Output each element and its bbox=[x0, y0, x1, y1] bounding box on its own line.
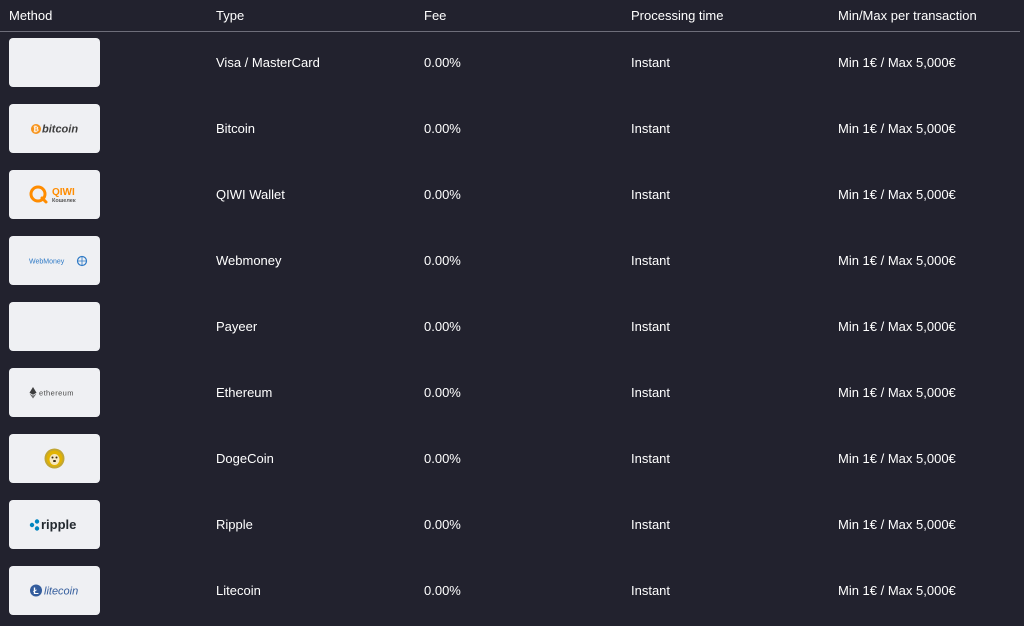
row-fee: 0.00% bbox=[424, 451, 461, 466]
row-fee: 0.00% bbox=[424, 55, 461, 70]
ethereum-logo-text: ethereum bbox=[39, 389, 74, 398]
litecoin-logo-icon: Ł litecoin bbox=[9, 566, 100, 615]
ripple-logo-icon: ripple bbox=[9, 500, 100, 549]
svg-text:Ł: Ł bbox=[33, 586, 39, 596]
qiwi-logo-icon: QIWI Кошелек bbox=[9, 170, 100, 219]
row-type: Webmoney bbox=[216, 253, 282, 268]
row-type: Ripple bbox=[216, 517, 253, 532]
row-min-max: Min 1€ / Max 5,000€ bbox=[838, 319, 956, 334]
table-row: ripple Ripple 0.00% Instant Min 1€ / Max… bbox=[0, 494, 1020, 560]
row-fee: 0.00% bbox=[424, 385, 461, 400]
svg-text:₿: ₿ bbox=[33, 126, 39, 134]
row-min-max: Min 1€ / Max 5,000€ bbox=[838, 385, 956, 400]
row-processing-time: Instant bbox=[631, 55, 671, 70]
row-fee: 0.00% bbox=[424, 187, 461, 202]
header-min-max: Min/Max per transaction bbox=[838, 8, 977, 23]
row-min-max: Min 1€ / Max 5,000€ bbox=[838, 517, 956, 532]
table-row: QIWI Кошелек QIWI Wallet 0.00% Instant M… bbox=[0, 164, 1020, 230]
row-type: Bitcoin bbox=[216, 121, 256, 136]
webmoney-logo-text: WebMoney bbox=[29, 259, 65, 266]
row-type: QIWI Wallet bbox=[216, 187, 285, 202]
row-processing-time: Instant bbox=[631, 451, 671, 466]
row-fee: 0.00% bbox=[424, 583, 461, 598]
row-type: DogeCoin bbox=[216, 451, 274, 466]
table-row: ₿ bitcoin Bitcoin 0.00% Instant Min 1€ /… bbox=[0, 98, 1020, 164]
row-processing-time: Instant bbox=[631, 187, 671, 202]
row-fee: 0.00% bbox=[424, 121, 461, 136]
ethereum-logo-icon: ethereum bbox=[9, 368, 100, 417]
row-type: Payeer bbox=[216, 319, 258, 334]
row-processing-time: Instant bbox=[631, 385, 671, 400]
row-min-max: Min 1€ / Max 5,000€ bbox=[838, 55, 956, 70]
header-type: Type bbox=[216, 8, 245, 23]
payment-methods-table: Method Type Fee Processing time Min/Max … bbox=[0, 0, 1024, 622]
row-min-max: Min 1€ / Max 5,000€ bbox=[838, 187, 956, 202]
bitcoin-logo-icon: ₿ bitcoin bbox=[9, 104, 100, 153]
table-row: Visa / MasterCard 0.00% Instant Min 1€ /… bbox=[0, 32, 1020, 98]
row-processing-time: Instant bbox=[631, 253, 671, 268]
table-header: Method Type Fee Processing time Min/Max … bbox=[0, 0, 1020, 32]
row-type: Litecoin bbox=[216, 583, 261, 598]
litecoin-logo-text: litecoin bbox=[44, 586, 78, 598]
row-type: Visa / MasterCard bbox=[216, 55, 320, 70]
webmoney-logo-icon: WebMoney bbox=[9, 236, 100, 285]
table-row: Ł litecoin Litecoin 0.00% Instant Min 1€… bbox=[0, 560, 1020, 626]
row-min-max: Min 1€ / Max 5,000€ bbox=[838, 583, 956, 598]
dogecoin-logo-icon bbox=[9, 434, 100, 483]
qiwi-logo-subtext: Кошелек bbox=[52, 198, 76, 204]
ripple-logo-text: ripple bbox=[41, 517, 76, 532]
row-processing-time: Instant bbox=[631, 517, 671, 532]
row-min-max: Min 1€ / Max 5,000€ bbox=[838, 121, 956, 136]
row-fee: 0.00% bbox=[424, 253, 461, 268]
row-processing-time: Instant bbox=[631, 583, 671, 598]
bitcoin-logo-text: bitcoin bbox=[42, 124, 78, 136]
row-type: Ethereum bbox=[216, 385, 273, 400]
visa-mastercard-logo-icon bbox=[9, 38, 100, 87]
row-min-max: Min 1€ / Max 5,000€ bbox=[838, 451, 956, 466]
row-fee: 0.00% bbox=[424, 517, 461, 532]
table-row: DogeCoin 0.00% Instant Min 1€ / Max 5,00… bbox=[0, 428, 1020, 494]
payeer-logo-icon bbox=[9, 302, 100, 351]
table-row: WebMoney Webmoney 0.00% Instant Min 1€ /… bbox=[0, 230, 1020, 296]
row-processing-time: Instant bbox=[631, 319, 671, 334]
header-processing-time: Processing time bbox=[631, 8, 724, 23]
table-row: ethereum Ethereum 0.00% Instant Min 1€ /… bbox=[0, 362, 1020, 428]
header-method: Method bbox=[9, 8, 53, 23]
qiwi-logo-text: QIWI bbox=[52, 187, 75, 198]
row-min-max: Min 1€ / Max 5,000€ bbox=[838, 253, 956, 268]
row-processing-time: Instant bbox=[631, 121, 671, 136]
table-row: Payeer 0.00% Instant Min 1€ / Max 5,000€ bbox=[0, 296, 1020, 362]
header-fee: Fee bbox=[424, 8, 447, 23]
row-fee: 0.00% bbox=[424, 319, 461, 334]
